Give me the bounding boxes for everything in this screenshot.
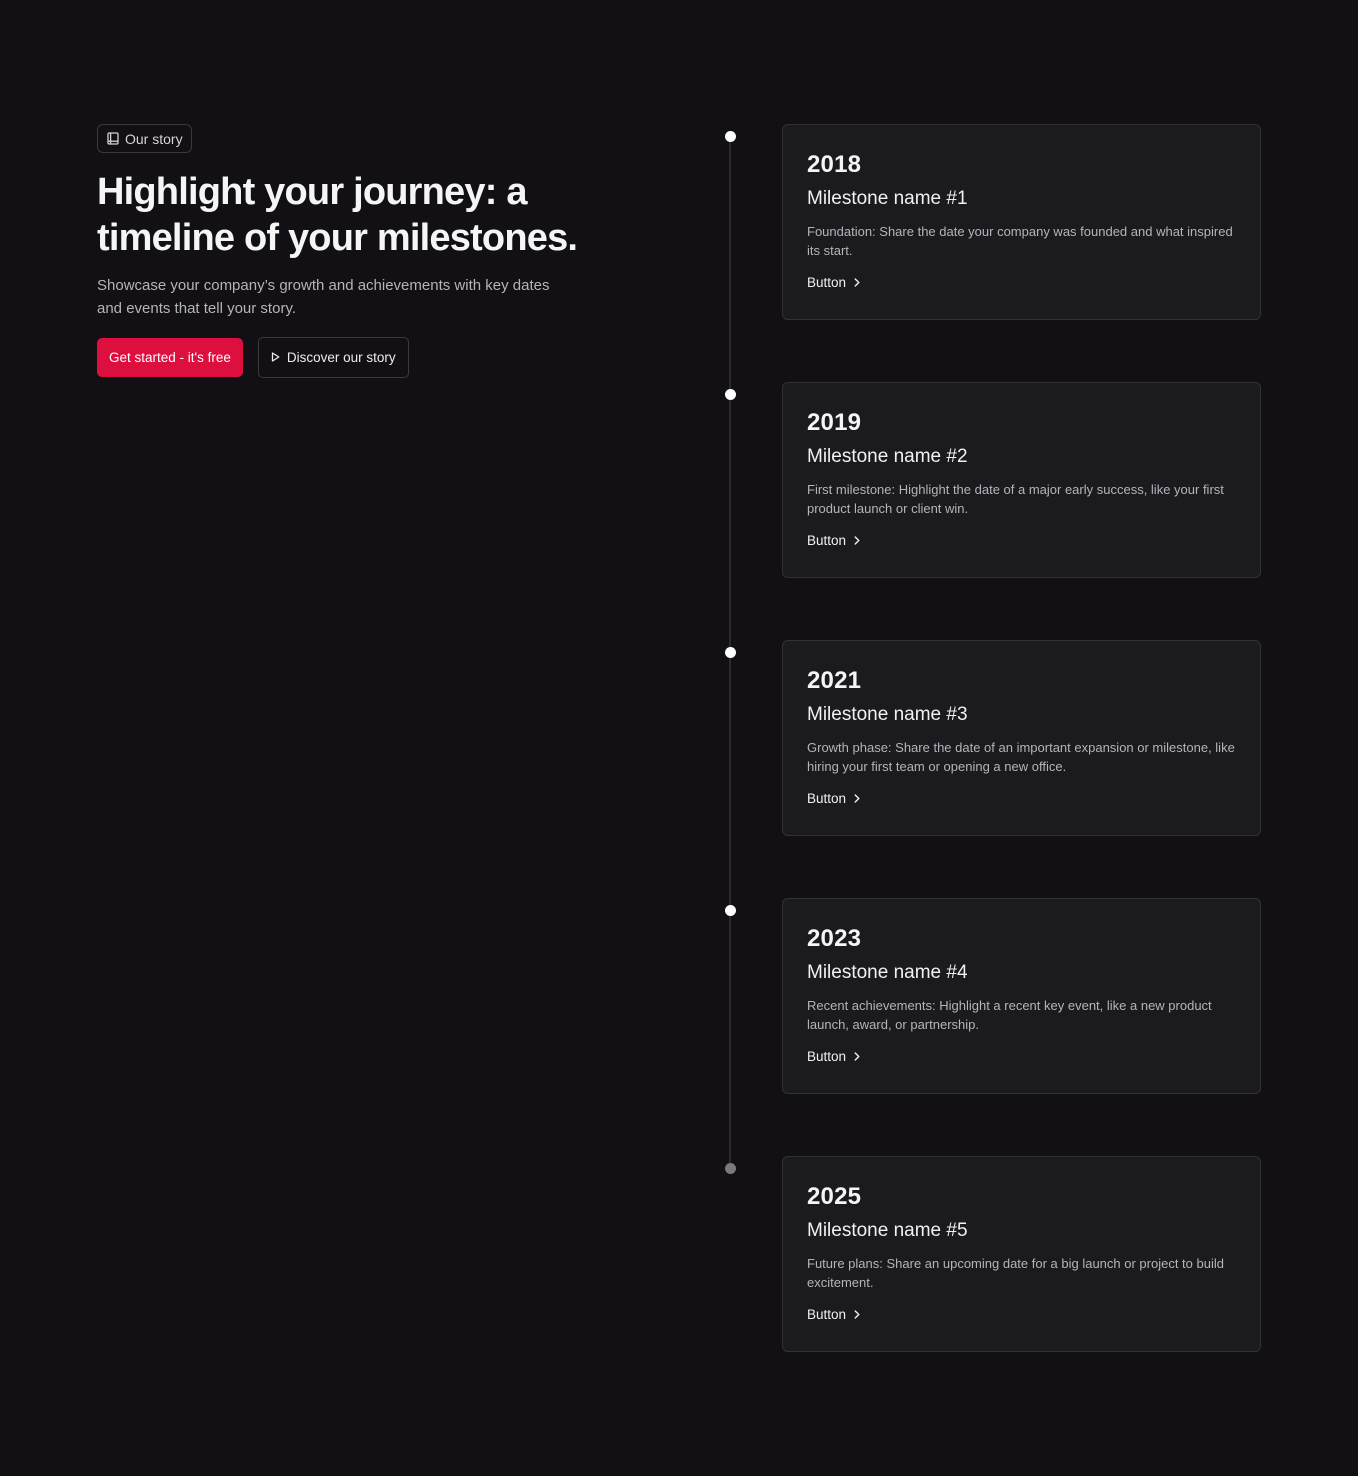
timeline-dot: [725, 647, 736, 658]
timeline-dot-future: [725, 1163, 736, 1174]
milestone-button[interactable]: Button: [807, 275, 860, 290]
get-started-button[interactable]: Get started - it's free: [97, 338, 243, 377]
milestone-year: 2023: [807, 925, 862, 952]
milestone-card: 2025 Milestone name #5 Future plans: Sha…: [782, 1156, 1261, 1352]
milestone-description: First milestone: Highlight the date of a…: [807, 482, 1224, 516]
play-icon: [271, 350, 280, 365]
milestone-description: Growth phase: Share the date of an impor…: [807, 740, 1235, 774]
badge-label: Our story: [125, 130, 183, 147]
milestone-button-label: Button: [807, 791, 847, 806]
milestone-year: 2025: [807, 1183, 862, 1210]
milestone-description: Foundation: Share the date your company …: [807, 224, 1233, 258]
page-title: Highlight your journey: a timeline of yo…: [97, 171, 578, 259]
chevron-right-icon: [854, 1049, 860, 1064]
chevron-right-icon: [854, 275, 860, 290]
milestone-name: Milestone name #2: [807, 446, 968, 467]
milestone-button-label: Button: [807, 533, 847, 548]
milestone-button[interactable]: Button: [807, 791, 860, 806]
milestone-description: Recent achievements: Highlight a recent …: [807, 998, 1212, 1032]
chevron-right-icon: [854, 533, 860, 548]
milestone-card: 2019 Milestone name #2 First milestone: …: [782, 382, 1261, 578]
milestone-button[interactable]: Button: [807, 533, 860, 548]
milestone-year: 2018: [807, 151, 862, 178]
milestone-name: Milestone name #3: [807, 704, 968, 725]
get-started-label: Get started - it's free: [109, 350, 231, 365]
milestone-year: 2019: [807, 409, 862, 436]
milestone-button-label: Button: [807, 1049, 847, 1064]
timeline-dot: [725, 905, 736, 916]
milestone-card: 2018 Milestone name #1 Foundation: Share…: [782, 124, 1261, 320]
discover-story-label: Discover our story: [286, 350, 396, 365]
hero-description: Showcase your company’s growth and achie…: [97, 277, 550, 317]
milestone-year: 2021: [807, 667, 862, 694]
milestone-button[interactable]: Button: [807, 1307, 860, 1322]
milestone-button-label: Button: [807, 275, 847, 290]
chevron-right-icon: [854, 791, 860, 806]
our-story-badge: Our story: [97, 124, 192, 153]
milestone-card: 2023 Milestone name #4 Recent achievemen…: [782, 898, 1261, 1094]
timeline-dot: [725, 389, 736, 400]
milestone-name: Milestone name #5: [807, 1220, 968, 1241]
book-icon: [107, 132, 119, 145]
milestone-button[interactable]: Button: [807, 1049, 860, 1064]
milestone-name: Milestone name #1: [807, 188, 968, 209]
chevron-right-icon: [854, 1307, 860, 1322]
milestone-name: Milestone name #4: [807, 962, 968, 983]
discover-story-button[interactable]: Discover our story: [257, 337, 409, 378]
milestone-description: Future plans: Share an upcoming date for…: [807, 1256, 1224, 1290]
timeline-dot: [725, 131, 736, 142]
hero-section: Our story Highlight your journey: a time…: [97, 124, 617, 378]
hero-actions: Get started - it's free Discover our sto…: [97, 337, 617, 378]
milestone-button-label: Button: [807, 1307, 847, 1322]
milestone-card: 2021 Milestone name #3 Growth phase: Sha…: [782, 640, 1261, 836]
